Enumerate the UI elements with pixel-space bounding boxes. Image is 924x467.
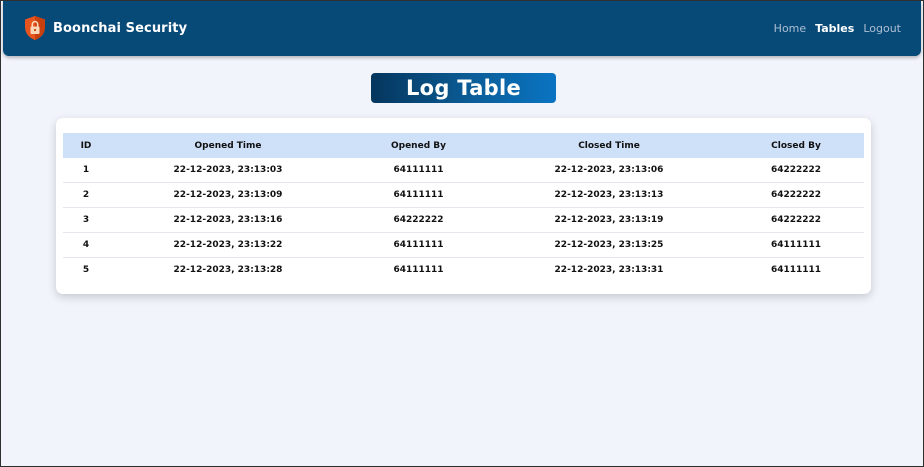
cell-id: 5 <box>82 265 90 275</box>
nav-home-link[interactable]: Home <box>774 22 806 35</box>
cell-closed-time: 22-12-2023, 23:13:13 <box>490 182 728 208</box>
cell-id: 1 <box>63 158 109 183</box>
cell-closed-time: 22-12-2023, 23:13:06 <box>490 158 728 183</box>
nav-logout-link[interactable]: Logout <box>863 22 901 35</box>
nav-tables-link[interactable]: Tables <box>815 22 854 35</box>
column-header-opened-by: Opened By <box>347 133 490 158</box>
cell-opened-by: 64111111 <box>347 182 490 208</box>
cell-closed-by: 64222222 <box>728 182 864 208</box>
cell-id: 2 <box>63 182 109 208</box>
cell-opened-by: 64222222 <box>347 207 490 233</box>
cell-opened-time: 22-12-2023, 23:13:03 <box>109 158 347 183</box>
cell-id: 4 <box>63 232 109 258</box>
column-header-closed-time: Closed Time <box>490 133 728 158</box>
table-row: 3 22-12-2023, 23:13:16 64222222 22-12-20… <box>63 207 864 233</box>
nav-links: Home Tables Logout <box>774 22 901 35</box>
shield-lock-icon <box>25 16 45 40</box>
cell-closed-by: 64222222 <box>728 158 864 183</box>
cell-opened-time: 22-12-2023, 23:13:22 <box>109 232 347 258</box>
column-header-closed-by: Closed By <box>728 133 864 158</box>
table-row: 2 22-12-2023, 23:13:09 64111111 22-12-20… <box>63 182 864 208</box>
top-navbar: Boonchai Security Home Tables Logout <box>3 1 921 56</box>
cell-closed-time: 22-12-2023, 23:13:19 <box>490 207 728 233</box>
app-window: Boonchai Security Home Tables Logout Log… <box>0 0 924 467</box>
cell-opened-by: 64111111 <box>393 265 444 275</box>
cell-opened-time: 22-12-2023, 23:13:28 <box>173 265 283 275</box>
page-title-banner: Log Table <box>371 73 556 103</box>
table-row: 1 22-12-2023, 23:13:03 64111111 22-12-20… <box>63 158 864 183</box>
brand-name: Boonchai Security <box>53 20 188 36</box>
table-row: 4 22-12-2023, 23:13:22 64111111 22-12-20… <box>63 232 864 258</box>
table-row: 5 22-12-2023, 23:13:28 64111111 22-12-20… <box>63 258 864 283</box>
cell-id: 3 <box>63 207 109 233</box>
cell-opened-time: 22-12-2023, 23:13:16 <box>109 207 347 233</box>
cell-closed-by: 64111111 <box>770 265 822 275</box>
cell-closed-by: 64111111 <box>728 232 864 258</box>
table-header-row: ID Opened Time Opened By Closed Time Clo… <box>63 133 864 158</box>
cell-closed-by: 64222222 <box>728 207 864 233</box>
log-table: ID Opened Time Opened By Closed Time Clo… <box>63 133 864 282</box>
brand[interactable]: Boonchai Security <box>23 15 187 41</box>
cell-closed-time: 22-12-2023, 23:13:25 <box>490 232 728 258</box>
cell-opened-time: 22-12-2023, 23:13:09 <box>109 182 347 208</box>
cell-opened-by: 64111111 <box>347 158 490 183</box>
page-title: Log Table <box>405 76 522 100</box>
column-header-opened-time: Opened Time <box>109 133 347 158</box>
cell-closed-time: 22-12-2023, 23:13:31 <box>554 265 664 275</box>
column-header-id: ID <box>63 133 109 158</box>
cell-opened-by: 64111111 <box>347 232 490 258</box>
log-table-card: ID Opened Time Opened By Closed Time Clo… <box>56 118 871 294</box>
